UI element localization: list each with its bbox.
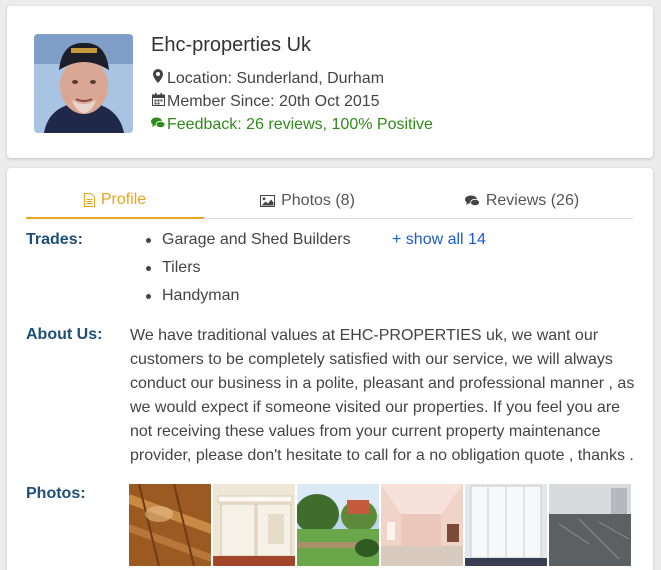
photo-thumbnail[interactable] — [129, 484, 211, 566]
map-marker-icon — [151, 69, 165, 88]
tab-profile[interactable]: Profile — [26, 182, 204, 219]
show-all-trades-link[interactable]: + show all 14 — [392, 231, 486, 249]
photo-thumbnail[interactable] — [549, 484, 631, 566]
location-text: Location: Sunderland, Durham — [167, 69, 385, 87]
about-text: We have traditional values at EHC-PROPER… — [130, 327, 635, 464]
trades-list: Garage and Shed Builders Tilers Handyman — [144, 229, 351, 313]
tab-photos-label: Photos (8) — [281, 191, 355, 209]
photo-thumbnail[interactable] — [297, 484, 379, 566]
location-line: Location: Sunderland, Durham — [151, 69, 384, 88]
tab-reviews-label: Reviews (26) — [485, 191, 580, 209]
profile-tabs: Profile Photos (8) Reviews (26) — [26, 182, 633, 219]
calendar-icon — [151, 93, 165, 111]
trade-item: Garage and Shed Builders — [144, 229, 351, 257]
trades-label: Trades: — [26, 231, 83, 248]
tab-profile-label: Profile — [100, 190, 147, 208]
business-name: Ehc-properties Uk — [151, 34, 312, 56]
photo-thumbnail[interactable] — [213, 484, 295, 566]
photo-strip — [129, 484, 633, 566]
trade-item: Handyman — [144, 285, 351, 313]
comments-icon — [151, 116, 166, 134]
member-since-line: Member Since: 20th Oct 2015 — [151, 93, 380, 111]
comments-icon — [464, 195, 480, 207]
image-icon — [260, 194, 276, 207]
trade-item: Tilers — [144, 257, 351, 285]
photo-thumbnail[interactable] — [381, 484, 463, 566]
about-label: About Us: — [26, 326, 103, 343]
document-icon — [83, 192, 95, 207]
tab-photos[interactable]: Photos (8) — [204, 182, 411, 219]
photo-thumbnail[interactable] — [465, 484, 547, 566]
feedback-text[interactable]: Feedback: 26 reviews, 100% Positive — [167, 116, 433, 134]
profile-card: Ehc-properties Uk Location: Sunderland, … — [7, 6, 653, 158]
avatar — [34, 34, 133, 133]
feedback-line: Feedback: 26 reviews, 100% Positive — [151, 116, 433, 134]
content-card: Profile Photos (8) Reviews (26) Trades: … — [7, 168, 653, 570]
photos-label: Photos: — [26, 485, 86, 502]
member-since-text: Member Since: 20th Oct 2015 — [167, 93, 380, 110]
tab-reviews[interactable]: Reviews (26) — [411, 182, 633, 219]
